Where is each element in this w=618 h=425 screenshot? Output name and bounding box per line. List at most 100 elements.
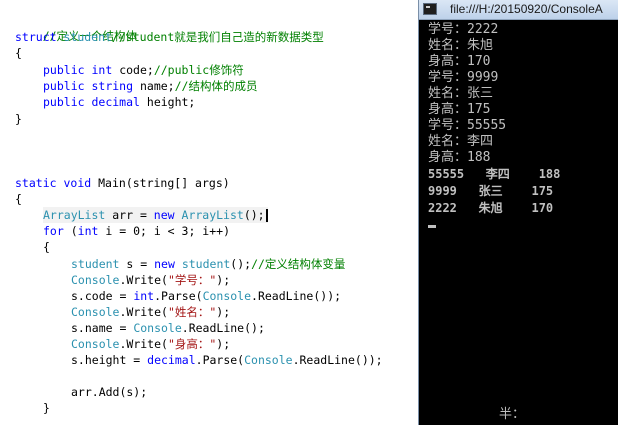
code-keyword: string — [91, 79, 134, 93]
code-line-1: //定义一个结构体 — [15, 12, 137, 43]
code-keyword: public — [43, 95, 85, 109]
code-line-18: Console.Write("身高："); — [71, 336, 230, 352]
code-text: s.name = — [71, 321, 134, 335]
code-text: height; — [146, 95, 196, 109]
code-line-4: public int code;//public修饰符 — [43, 62, 244, 78]
code-line-5: public string name;//结构体的成员 — [43, 78, 257, 94]
code-line-12: { — [43, 239, 50, 255]
code-text: .ReadLine()); — [292, 353, 383, 367]
code-comment: //public修饰符 — [153, 63, 244, 77]
code-text: ); — [216, 337, 231, 351]
code-text: Main(string[] args) — [98, 176, 230, 190]
code-text: { — [15, 46, 22, 60]
console-table-row: 55555 李四 188 — [428, 167, 561, 181]
code-type: Console — [71, 337, 120, 351]
console-app-icon[interactable] — [423, 3, 437, 15]
code-keyword: decimal — [147, 353, 196, 367]
console-output-line: 学号：55555 — [428, 118, 507, 133]
code-line-8: static void Main(string[] args) — [15, 175, 230, 191]
code-comment: //结构体的成员 — [174, 79, 258, 93]
code-line-16: Console.Write("姓名："); — [71, 304, 230, 320]
console-output-line: 姓名：朱旭 — [428, 38, 494, 53]
code-line-7: } — [15, 111, 22, 127]
code-line-9: { — [15, 191, 22, 207]
code-text: .ReadLine(); — [181, 321, 265, 335]
code-string: "学号：" — [167, 273, 217, 287]
code-keyword: int — [77, 224, 99, 238]
code-text: .Write( — [119, 337, 168, 351]
console-output-line: 学号：2222 — [428, 22, 499, 37]
code-editor[interactable]: //定义一个结构体 struct student//student就是我们自己造… — [0, 0, 418, 425]
code-line-11: for (int i = 0; i < 3; i++) — [43, 223, 230, 239]
console-cursor — [428, 225, 436, 228]
console-output-line: 姓名：李四 — [428, 134, 494, 149]
code-line-20: arr.Add(s); — [71, 384, 147, 400]
code-type: Console — [71, 273, 120, 287]
console-title: file:///H:/20150920/ConsoleA — [450, 2, 603, 16]
code-line-17: s.name = Console.ReadLine(); — [71, 320, 265, 336]
code-text: s.code = — [71, 289, 134, 303]
code-text: i = 0; i < 3; i++) — [105, 224, 230, 238]
code-text: } — [15, 112, 22, 126]
console-table-row: 9999 张三 175 — [428, 184, 554, 198]
code-type: Console — [133, 321, 182, 335]
code-text: { — [15, 192, 22, 206]
code-type: student — [63, 30, 112, 44]
console-ime-status: 半： — [499, 407, 526, 422]
code-text: } — [43, 401, 50, 415]
code-text: ( — [70, 224, 78, 238]
console-output-line: 姓名：张三 — [428, 86, 494, 101]
code-text: ); — [216, 305, 231, 319]
code-keyword: struct — [15, 30, 57, 44]
code-text: (); — [230, 257, 252, 271]
code-type: ArrayList — [43, 208, 106, 222]
code-text: ); — [216, 273, 231, 287]
code-line-6: public decimal height; — [43, 94, 195, 110]
code-text: .Write( — [119, 273, 168, 287]
code-text: code; — [119, 63, 154, 77]
code-type: Console — [202, 289, 252, 303]
code-string: "身高：" — [167, 337, 217, 351]
code-comment: //定义结构体变量 — [251, 257, 346, 271]
console-output-line: 身高：170 — [428, 54, 491, 69]
code-text: .Parse( — [195, 353, 245, 367]
code-type: Console — [71, 305, 120, 319]
code-text: s = — [126, 257, 155, 271]
code-string: "姓名：" — [167, 305, 217, 319]
code-keyword: int — [91, 63, 113, 77]
code-line-13: student s = new student();//定义结构体变量 — [71, 256, 345, 272]
code-line-14: Console.Write("学号："); — [71, 272, 230, 288]
code-keyword: public — [43, 79, 85, 93]
code-comment: //student就是我们自己造的新数据类型 — [111, 30, 324, 44]
code-line-19: s.height = decimal.Parse(Console.ReadLin… — [71, 352, 383, 368]
console-titlebar[interactable]: file:///H:/20150920/ConsoleA — [419, 0, 618, 20]
code-keyword: new — [153, 208, 175, 222]
code-type: Console — [244, 353, 293, 367]
code-keyword: void — [63, 176, 92, 190]
code-type: ArrayList — [181, 208, 244, 222]
code-text: .Write( — [119, 305, 168, 319]
code-keyword: int — [133, 289, 155, 303]
code-text: name; — [139, 79, 175, 93]
console-output-line: 学号：9999 — [428, 70, 499, 85]
code-text: arr = — [112, 208, 154, 222]
code-keyword: public — [43, 63, 85, 77]
console-output-line: 身高：175 — [428, 102, 491, 117]
code-line-15: s.code = int.Parse(Console.ReadLine()); — [71, 288, 341, 304]
console-window[interactable]: file:///H:/20150920/ConsoleA 学号：2222 姓名：… — [418, 0, 618, 425]
console-table-row: 2222 朱旭 170 — [428, 201, 554, 215]
code-line-3: { — [15, 45, 22, 61]
code-text: .Parse( — [154, 289, 203, 303]
code-keyword: new — [154, 257, 175, 271]
code-keyword: static — [15, 176, 57, 190]
console-output-area[interactable]: 学号：2222 姓名：朱旭 身高：170 学号：9999 姓名：张三 身高：17… — [419, 20, 618, 425]
code-text: s.height = — [71, 353, 148, 367]
code-text: .ReadLine()); — [251, 289, 342, 303]
text-cursor — [265, 209, 268, 222]
code-text: { — [43, 240, 50, 254]
code-type: student — [71, 257, 120, 271]
code-line-2: struct student//student就是我们自己造的新数据类型 — [15, 29, 324, 45]
code-line-10: ArrayList arr = new ArrayList(); — [43, 207, 268, 223]
console-output-line: 身高：188 — [428, 150, 491, 165]
code-text: arr.Add(s); — [71, 385, 148, 399]
